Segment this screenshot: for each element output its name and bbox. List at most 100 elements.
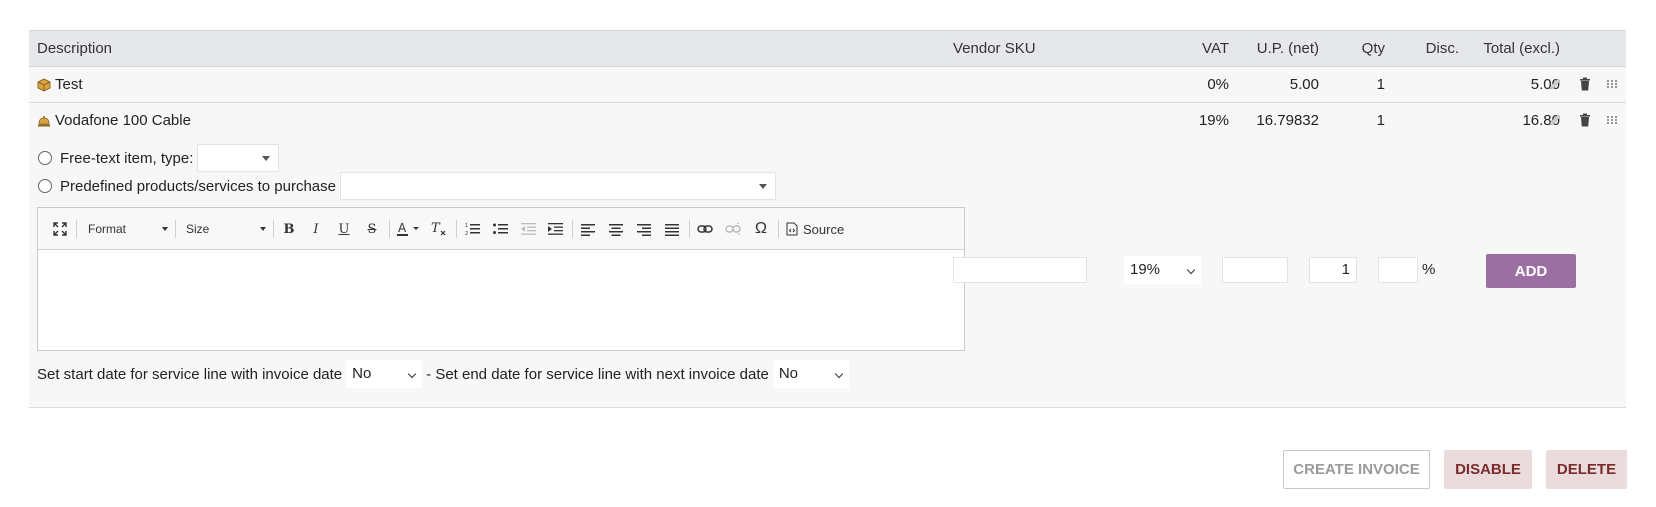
- source-button[interactable]: Source: [786, 220, 848, 238]
- link-icon[interactable]: [697, 220, 713, 238]
- col-unit-price: U.P. (net): [1256, 40, 1319, 57]
- delete-trash-icon[interactable]: [1577, 76, 1593, 92]
- drag-handle-icon[interactable]: [1606, 76, 1618, 92]
- align-left-icon[interactable]: [580, 220, 596, 238]
- table-row[interactable]: Test 0% 5.00 1 5.00: [29, 67, 1626, 103]
- text-color-icon[interactable]: A: [396, 220, 422, 238]
- end-date-select[interactable]: No: [772, 360, 849, 388]
- disable-button[interactable]: DISABLE: [1444, 450, 1532, 489]
- end-date-label: - Set end date for service line with nex…: [426, 365, 769, 383]
- remove-format-icon[interactable]: T: [430, 220, 448, 238]
- add-line-button[interactable]: ADD: [1486, 254, 1576, 288]
- chevron-down-icon: [162, 227, 168, 231]
- col-total: Total (excl.): [1483, 40, 1560, 57]
- predefined-product-select[interactable]: [339, 172, 776, 200]
- row-unit-price: 5.00: [1289, 76, 1319, 93]
- product-box-icon: [37, 78, 51, 92]
- edit-pencil-icon[interactable]: [1547, 112, 1563, 128]
- row-total: 5.00: [1530, 76, 1560, 93]
- chevron-down-icon: [260, 227, 266, 231]
- start-date-select[interactable]: No: [346, 360, 423, 388]
- start-date-select-value: No: [352, 365, 372, 382]
- chevron-down-icon: [1186, 265, 1196, 275]
- chevron-down-icon: [834, 369, 844, 379]
- underline-icon[interactable]: U: [336, 220, 352, 238]
- bold-icon[interactable]: B: [281, 220, 297, 238]
- toolbar-separator: [689, 220, 690, 238]
- col-description: Description: [37, 40, 113, 57]
- table-row[interactable]: Vodafone 100 Cable 19% 16.79832 1 16.80: [29, 103, 1626, 139]
- discount-percent-suffix: %: [1422, 261, 1436, 278]
- col-disc: Disc.: [1425, 40, 1459, 57]
- discount-input[interactable]: [1378, 257, 1418, 283]
- chevron-down-icon: [262, 156, 271, 161]
- svg-text:1: 1: [465, 223, 468, 229]
- unit-price-input[interactable]: [1222, 257, 1288, 283]
- predefined-radio[interactable]: [38, 179, 52, 193]
- row-description-text: Test: [55, 76, 83, 93]
- toolbar-separator: [273, 220, 274, 238]
- special-character-icon[interactable]: Ω: [753, 220, 769, 238]
- row-description: Test: [37, 67, 83, 102]
- svg-text:2: 2: [465, 231, 468, 236]
- toolbar-separator: [76, 220, 77, 238]
- toolbar-separator: [456, 220, 457, 238]
- start-date-label: Set start date for service line with inv…: [37, 365, 343, 383]
- vat-select[interactable]: 19%: [1124, 256, 1201, 284]
- svg-text:T: T: [431, 221, 441, 236]
- size-dropdown[interactable]: Size: [186, 220, 266, 238]
- col-qty: Qty: [1361, 40, 1385, 57]
- row-qty: 1: [1376, 112, 1385, 129]
- free-text-radio[interactable]: [38, 151, 52, 165]
- align-justify-icon[interactable]: [664, 220, 680, 238]
- increase-indent-icon[interactable]: [547, 220, 563, 238]
- delete-button[interactable]: DELETE: [1546, 450, 1627, 489]
- vendor-sku-input[interactable]: [953, 257, 1087, 283]
- numbered-list-icon[interactable]: 12: [464, 220, 480, 238]
- create-invoice-button[interactable]: CREATE INVOICE: [1283, 450, 1430, 489]
- free-text-option[interactable]: Free-text item, type:: [38, 144, 280, 172]
- qty-input[interactable]: 1: [1309, 257, 1357, 283]
- italic-icon[interactable]: I: [308, 220, 324, 238]
- unlink-icon[interactable]: [725, 220, 741, 238]
- col-vat: VAT: [1202, 40, 1229, 57]
- editor-toolbar: Format Size B I U S A T 12 Ω Source: [38, 208, 964, 250]
- free-text-label: Free-text item, type:: [60, 149, 194, 167]
- source-label: Source: [803, 221, 845, 237]
- align-right-icon[interactable]: [636, 220, 652, 238]
- size-dropdown-label: Size: [186, 222, 210, 236]
- add-line-form: Free-text item, type: Predefined product…: [29, 137, 1626, 408]
- toolbar-separator: [175, 220, 176, 238]
- row-description-text: Vodafone 100 Cable: [55, 112, 191, 129]
- table-header: Description Vendor SKU VAT U.P. (net) Qt…: [29, 30, 1626, 67]
- format-dropdown[interactable]: Format: [88, 220, 168, 238]
- edit-pencil-icon[interactable]: [1547, 76, 1563, 92]
- row-vat: 0%: [1207, 76, 1229, 93]
- invoice-lines-table: Description Vendor SKU VAT U.P. (net) Qt…: [29, 30, 1626, 139]
- description-editor: Format Size B I U S A T 12 Ω Source: [37, 207, 965, 351]
- drag-handle-icon[interactable]: [1606, 112, 1618, 128]
- maximize-icon[interactable]: [52, 220, 68, 238]
- row-description: Vodafone 100 Cable: [37, 103, 191, 138]
- delete-trash-icon[interactable]: [1577, 112, 1593, 128]
- vat-select-value: 19%: [1130, 261, 1161, 278]
- align-center-icon[interactable]: [608, 220, 624, 238]
- bulleted-list-icon[interactable]: [492, 220, 508, 238]
- decrease-indent-icon[interactable]: [520, 220, 536, 238]
- row-total: 16.80: [1522, 112, 1560, 129]
- source-icon: [786, 222, 798, 236]
- svg-text:A: A: [398, 221, 407, 235]
- end-date-select-value: No: [778, 365, 799, 382]
- format-dropdown-label: Format: [88, 222, 127, 236]
- toolbar-separator: [572, 220, 573, 238]
- predefined-option[interactable]: Predefined products/services to purchase: [38, 172, 776, 200]
- toolbar-separator: [389, 220, 390, 238]
- strikethrough-icon[interactable]: S: [364, 220, 380, 238]
- row-vat: 19%: [1198, 112, 1229, 129]
- service-bell-icon: [38, 116, 50, 127]
- predefined-label: Predefined products/services to purchase: [60, 177, 336, 195]
- chevron-down-icon: [407, 369, 417, 379]
- col-vendor-sku: Vendor SKU: [953, 40, 1036, 57]
- free-text-type-select[interactable]: [197, 144, 280, 172]
- editor-content-area[interactable]: [38, 250, 964, 350]
